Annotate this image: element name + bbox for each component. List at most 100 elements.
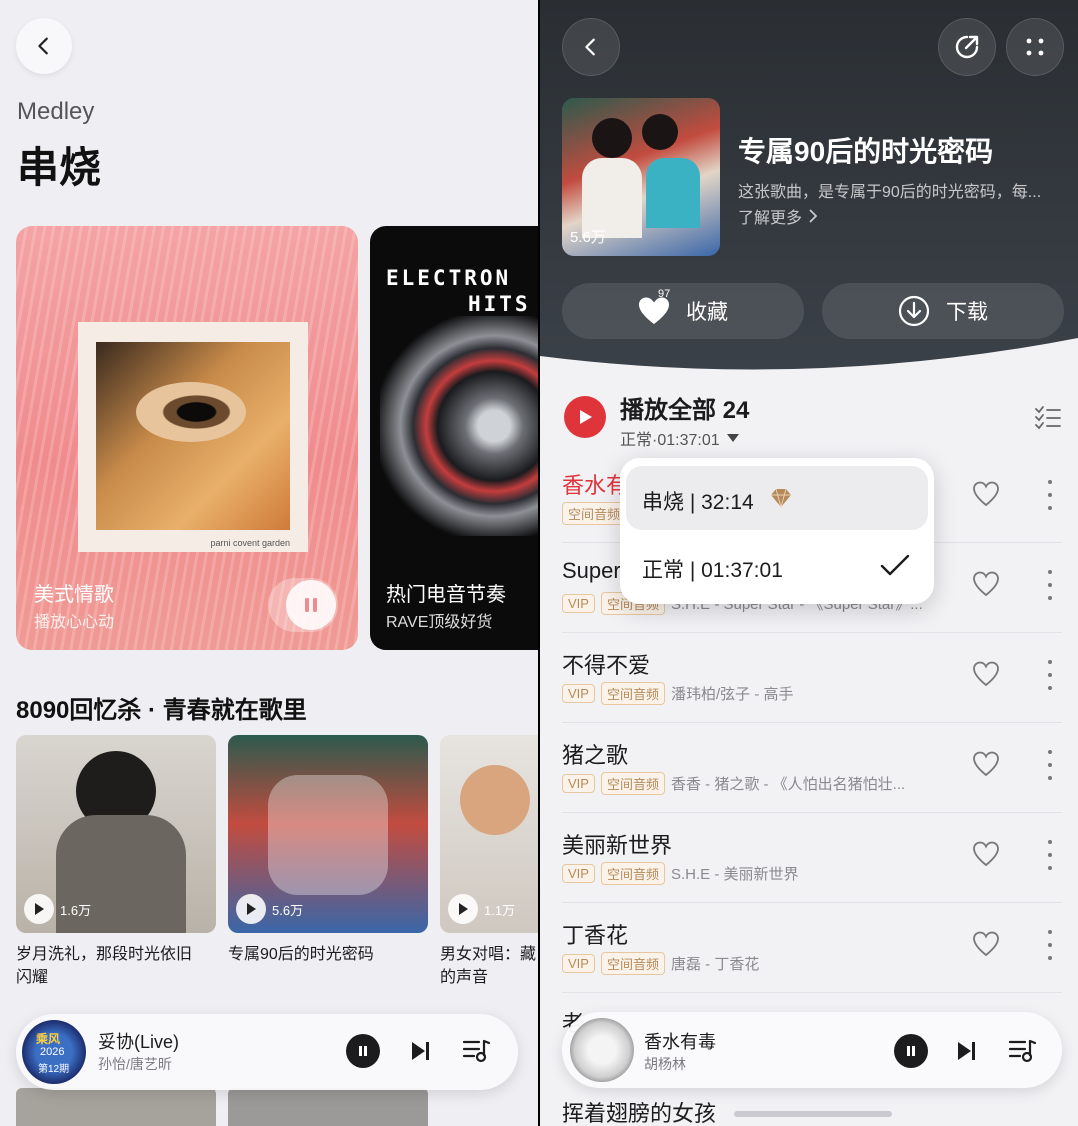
pause-icon	[305, 598, 317, 612]
heart-outline-icon[interactable]	[972, 930, 1000, 958]
song-more-button[interactable]	[1046, 570, 1054, 600]
now-playing-artist: 胡杨林	[644, 1056, 686, 1072]
cover-play-count: 5.6万	[570, 229, 606, 246]
playlist-icon	[462, 1039, 491, 1063]
vip-tag: VIP	[562, 684, 595, 703]
heart-outline-icon[interactable]	[972, 750, 1000, 778]
now-playing-cover: 乘风 2026 第12期	[22, 1020, 86, 1084]
playlist-title: 专属90后的时光密码	[738, 136, 994, 167]
card-subtitle: RAVE顶级好货	[386, 614, 493, 631]
vip-tag: VIP	[562, 864, 595, 883]
album-art-eye	[96, 342, 290, 530]
card-art-spiral	[380, 316, 538, 536]
song-title-bottom: 挥着翅膀的女孩	[562, 1101, 717, 1126]
download-label: 下载	[946, 301, 988, 324]
play-count: 1.1万	[484, 902, 516, 918]
download-icon	[898, 295, 930, 327]
pause-icon	[907, 1046, 915, 1056]
dropdown-option-medley[interactable]: 串烧 | 32:14	[626, 466, 928, 530]
peek-card	[16, 1088, 216, 1126]
song-row[interactable]: 美丽新世界 VIP 空间音频 S.H.E - 美丽新世界	[562, 812, 1062, 903]
medley-card-electronic-hits[interactable]: ELECTRON HITS 热门电音节奏 RAVE顶级好货	[370, 226, 538, 650]
playlist-card-1[interactable]: 1.6万	[16, 735, 216, 933]
card-pause-button[interactable]	[268, 578, 338, 632]
caret-down-icon	[726, 434, 739, 442]
spatial-audio-tag: 空间音频	[600, 862, 665, 885]
multi-select-button[interactable]	[1034, 404, 1062, 437]
next-button[interactable]	[408, 1038, 434, 1069]
mini-player[interactable]: 乘风 2026 第12期 妥协(Live) 孙怡/唐艺昕	[16, 1014, 518, 1090]
peek-card	[228, 1088, 428, 1126]
download-button[interactable]: 下载	[822, 283, 1064, 339]
playlist-title-1: 岁月洗礼，那段时光依旧	[16, 946, 193, 963]
mini-player[interactable]: 香水有毒 胡杨林	[562, 1012, 1062, 1088]
spatial-audio-tag: 空间音频	[562, 502, 627, 525]
song-more-button[interactable]	[1046, 660, 1054, 690]
diamond-icon	[771, 488, 791, 508]
play-count: 1.6万	[60, 902, 92, 918]
playlist-icon	[1008, 1039, 1037, 1063]
play-icon	[580, 410, 592, 424]
page-subtitle: Medley	[17, 98, 95, 125]
heart-icon	[639, 297, 669, 324]
playlist-card-2[interactable]: 5.6万	[228, 735, 428, 933]
page-title: 串烧	[17, 144, 102, 191]
queue-button[interactable]	[1008, 1038, 1038, 1069]
playlist-description: 这张歌曲，是专属于90后的时光密码，每...	[738, 184, 1042, 201]
playlist-title-1b: 闪耀	[16, 969, 49, 986]
scroll-indicator	[734, 1111, 892, 1117]
pause-button[interactable]	[894, 1034, 928, 1068]
back-button[interactable]	[16, 18, 72, 74]
dropdown-option-normal[interactable]: 正常 | 01:37:01	[626, 534, 928, 598]
song-more-button[interactable]	[1046, 930, 1054, 960]
checklist-icon	[1035, 406, 1061, 430]
song-row[interactable]: 丁香花 VIP 空间音频 唐磊 - 丁香花	[562, 902, 1062, 993]
mode-dropdown: 串烧 | 32:14 正常 | 01:37:01	[620, 458, 934, 604]
more-options-button[interactable]	[1006, 18, 1064, 76]
playlist-play-pill[interactable]: 1.1万	[448, 893, 515, 925]
now-playing-title: 妥协(Live)	[98, 1032, 180, 1052]
album-art-frame: parni covent garden	[78, 322, 308, 552]
learn-more-link[interactable]: 了解更多	[738, 204, 818, 228]
share-button[interactable]	[938, 18, 996, 76]
playlist-play-pill[interactable]: 5.6万	[236, 893, 303, 925]
now-playing-artist: 孙怡/唐艺昕	[98, 1056, 172, 1072]
card-art-text-1: ELECTRON	[386, 266, 512, 290]
heart-outline-icon[interactable]	[972, 840, 1000, 868]
mode-selector[interactable]: 正常·01:37:01	[620, 426, 740, 450]
song-more-button[interactable]	[1046, 840, 1054, 870]
grid-dots-icon	[1026, 38, 1044, 56]
playlist-title-3b: 的声音	[440, 969, 489, 986]
playlist-cover: 5.6万	[562, 98, 720, 256]
card-art-text-2: HITS	[468, 292, 531, 316]
card-title: 美式情歌	[34, 584, 114, 606]
song-more-button[interactable]	[1046, 750, 1054, 780]
vip-tag: VIP	[562, 594, 595, 613]
playlist-art	[460, 765, 530, 835]
collect-button[interactable]: 97 收藏	[562, 283, 804, 339]
next-icon	[412, 1042, 429, 1060]
song-row[interactable]: 不得不爱 VIP 空间音频 潘玮柏/弦子 - 高手	[562, 632, 1062, 723]
next-button[interactable]	[954, 1038, 980, 1069]
queue-button[interactable]	[462, 1038, 492, 1069]
album-art-caption: parni covent garden	[210, 538, 290, 548]
share-icon	[955, 35, 979, 59]
playlist-card-3[interactable]: 1.1万	[440, 735, 538, 933]
section-title: 8090回忆杀 · 青春就在歌里	[16, 697, 307, 724]
back-button[interactable]	[562, 18, 620, 76]
song-row[interactable]: 猪之歌 VIP 空间音频 香香 - 猪之歌 - 《人怕出名猪怕壮...	[562, 722, 1062, 813]
chevron-right-icon	[809, 209, 818, 223]
play-all-label[interactable]: 播放全部 24	[620, 390, 749, 425]
pause-icon	[359, 1046, 367, 1056]
playlist-play-pill[interactable]: 1.6万	[24, 893, 91, 925]
heart-outline-icon[interactable]	[972, 480, 1000, 508]
next-icon	[958, 1042, 975, 1060]
play-all-button[interactable]	[564, 396, 606, 438]
medley-card-us-love-songs[interactable]: parni covent garden 美式情歌 播放心心动	[16, 226, 358, 650]
heart-outline-icon[interactable]	[972, 570, 1000, 598]
card-title: 热门电音节奏	[386, 584, 506, 606]
heart-outline-icon[interactable]	[972, 660, 1000, 688]
pause-button[interactable]	[346, 1034, 380, 1068]
now-playing-cover	[570, 1018, 634, 1082]
song-more-button[interactable]	[1046, 480, 1054, 510]
